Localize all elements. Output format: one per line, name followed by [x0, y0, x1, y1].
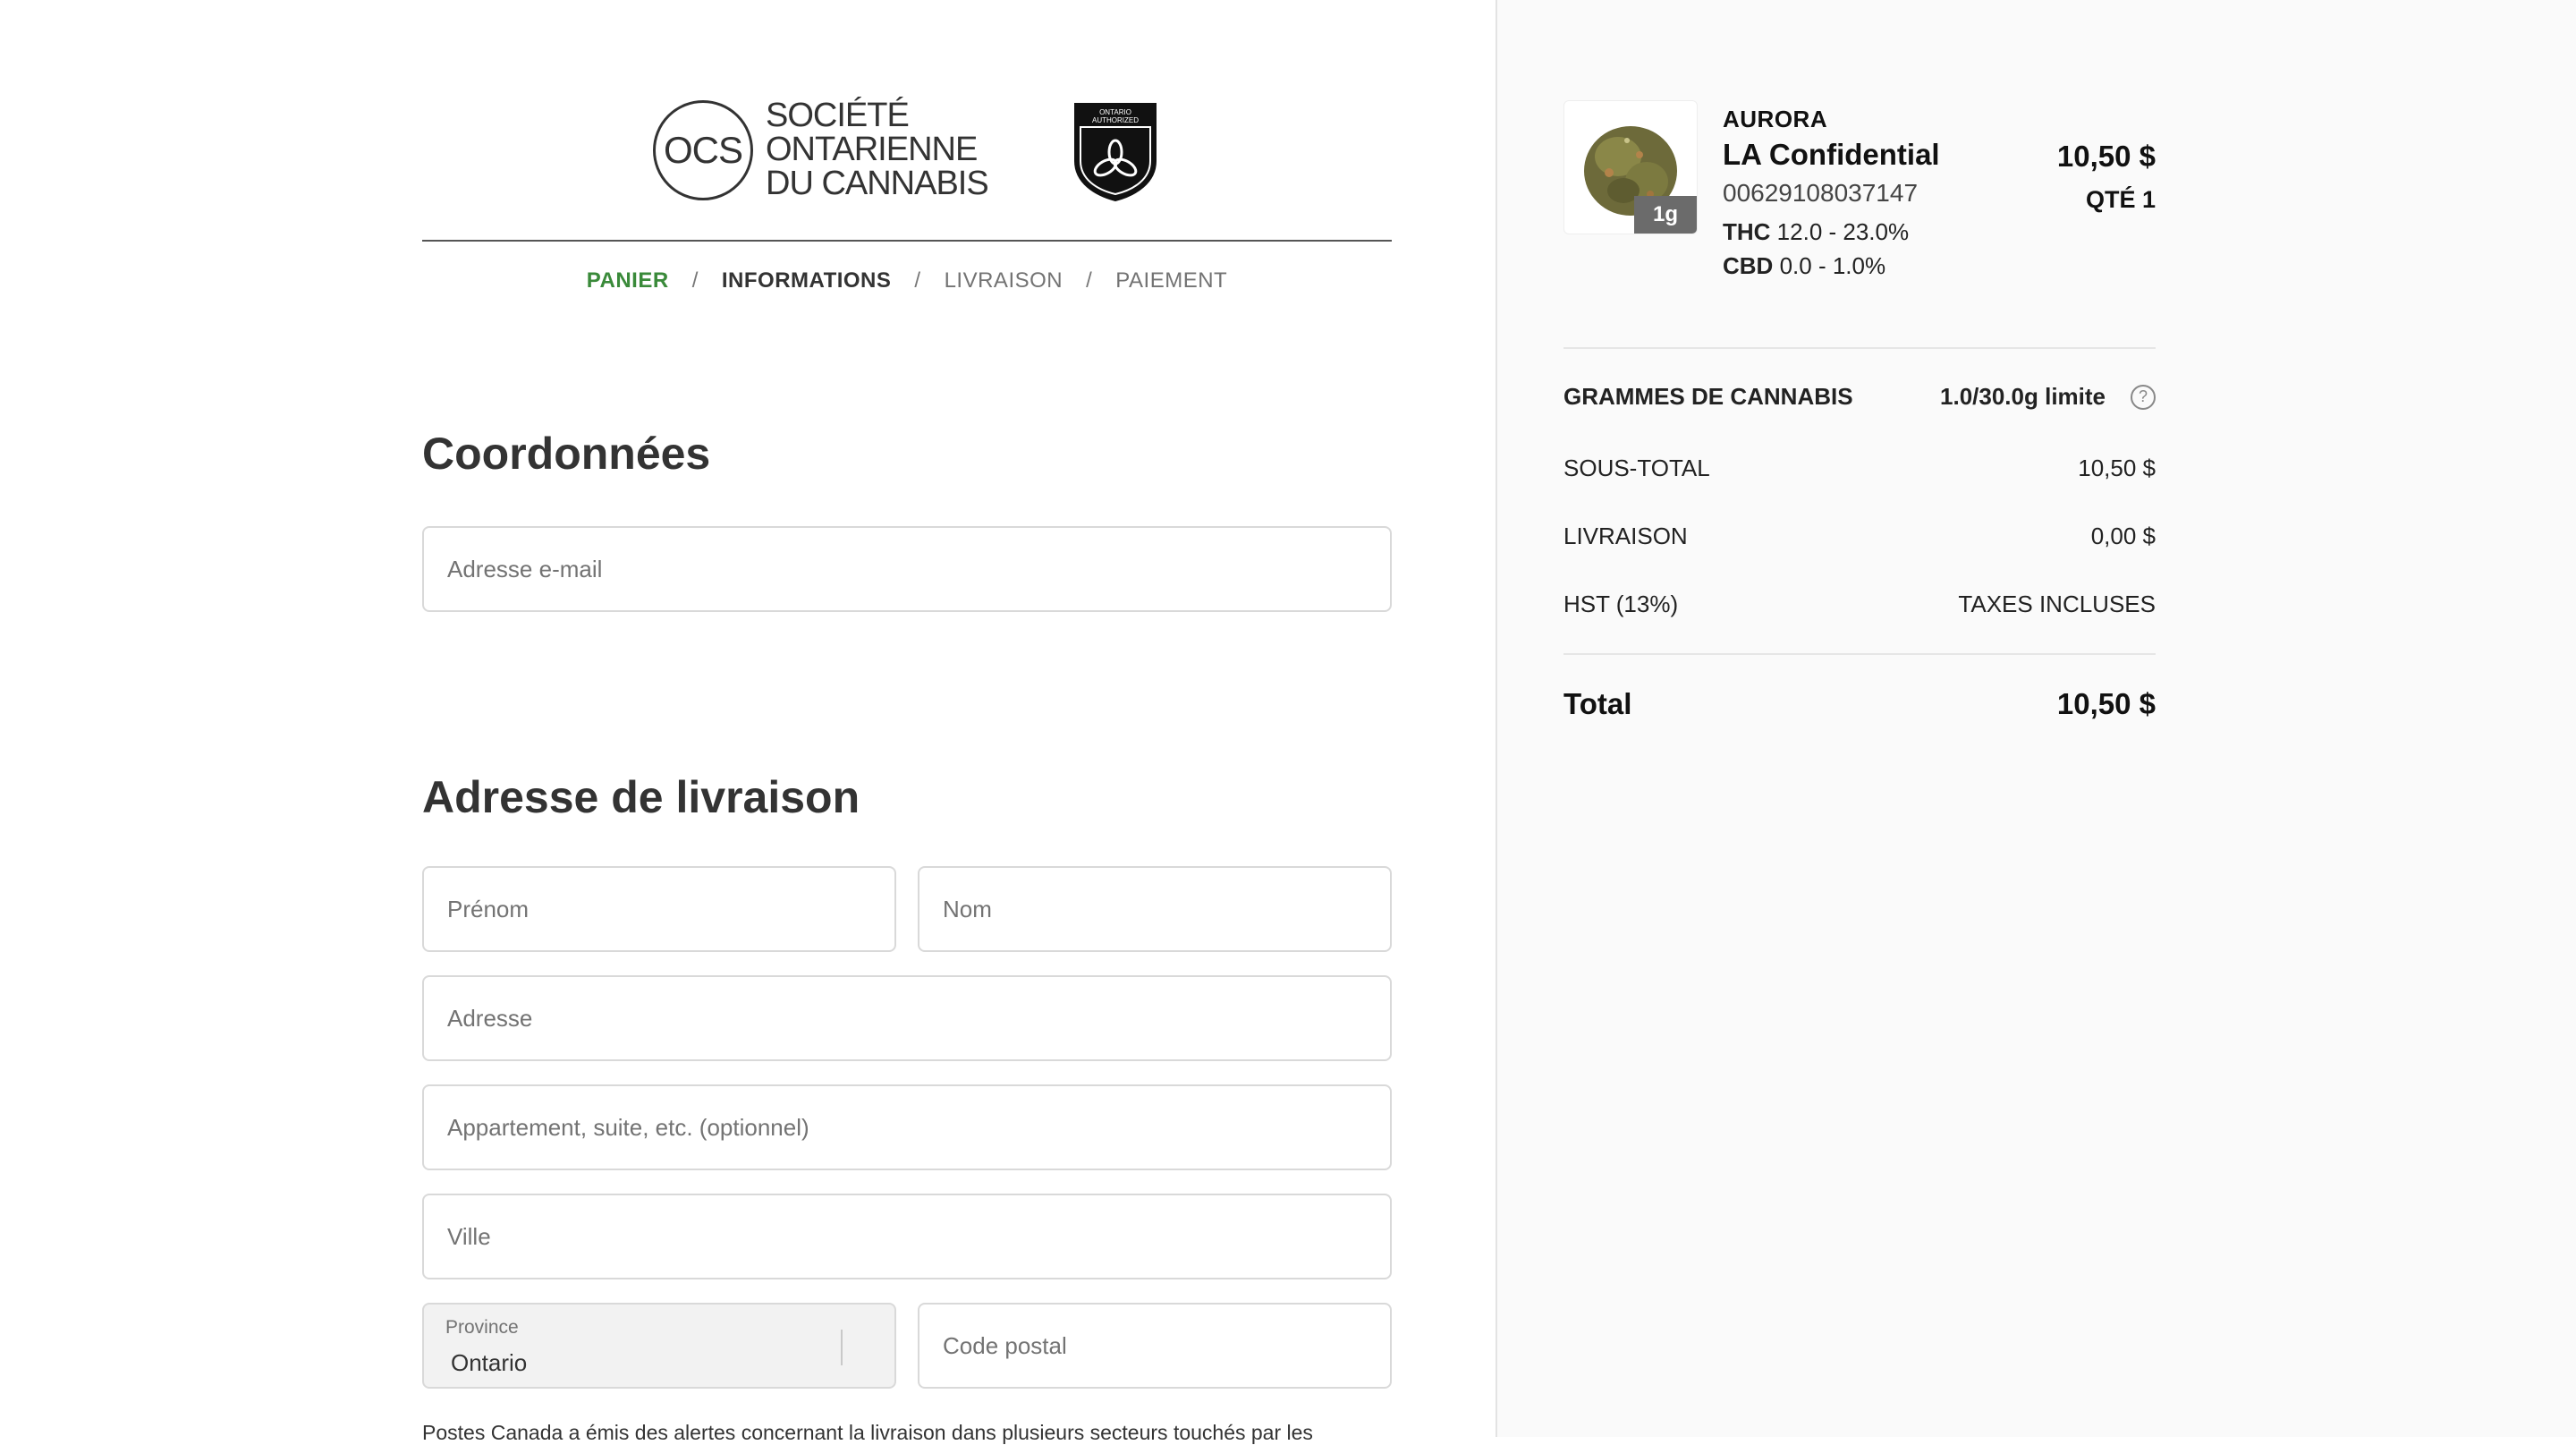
last-name-field[interactable]: Nom: [918, 866, 1392, 952]
grams-value: 1.0/30.0g limite: [1940, 383, 2106, 410]
svg-text:AUTHORIZED: AUTHORIZED: [1092, 116, 1139, 124]
province-select[interactable]: Province Ontario: [422, 1303, 896, 1389]
total-row: Total 10,50 $: [1563, 687, 2156, 721]
breadcrumb-cart[interactable]: PANIER: [587, 268, 669, 293]
ocs-logo-wordmark: SOCIÉTÉ ONTARIENNE DU CANNABIS: [766, 97, 989, 202]
summary-divider: [1563, 347, 2156, 349]
ontario-authorized-badge-icon: ONTARIO AUTHORIZED: [1072, 102, 1159, 202]
breadcrumb-payment: PAIEMENT: [1115, 268, 1228, 293]
breadcrumb-separator: /: [914, 268, 921, 293]
product-cbd: CBD 0.0 - 1.0%: [1723, 252, 1885, 280]
canada-post-notice: Postes Canada a émis des alertes concern…: [422, 1421, 1313, 1444]
ocs-logo-line2: ONTARIENNE: [766, 131, 978, 168]
product-name: LA Confidential: [1723, 138, 1940, 171]
cbd-value: 0.0 - 1.0%: [1779, 252, 1886, 279]
ocs-logo-mark: OCS: [653, 100, 753, 200]
apartment-field[interactable]: Appartement, suite, etc. (optionnel): [422, 1084, 1392, 1170]
contact-heading: Coordonnées: [422, 429, 711, 479]
grams-label: GRAMMES DE CANNABIS: [1563, 383, 1853, 410]
total-label: Total: [1563, 687, 1632, 720]
breadcrumb-information: INFORMATIONS: [721, 268, 892, 293]
shipping-address-heading: Adresse de livraison: [422, 772, 860, 822]
ocs-logo-line1: SOCIÉTÉ: [766, 97, 910, 134]
city-field[interactable]: Ville: [422, 1194, 1392, 1279]
header-divider: [422, 240, 1392, 242]
thc-label: THC: [1723, 218, 1771, 245]
subtotal-value: 10,50 $: [2078, 455, 2156, 481]
product-sku: 00629108037147: [1723, 179, 1919, 207]
ocs-logo-line3: DU CANNABIS: [766, 165, 989, 202]
cannabis-grams-row: GRAMMES DE CANNABIS 1.0/30.0g limite ?: [1563, 383, 2156, 411]
breadcrumb-separator: /: [691, 268, 699, 293]
email-field[interactable]: Adresse e-mail: [422, 526, 1392, 612]
hst-value: TAXES INCLUSES: [1958, 591, 2156, 617]
province-value: Ontario: [451, 1349, 528, 1376]
product-price: 10,50 $: [2056, 140, 2156, 173]
shipping-label: LIVRAISON: [1563, 523, 1688, 549]
subtotal-row: SOUS-TOTAL 10,50 $: [1563, 455, 2156, 482]
total-value: 10,50 $: [2056, 687, 2156, 720]
svg-text:ONTARIO: ONTARIO: [1099, 108, 1131, 116]
cbd-label: CBD: [1723, 252, 1774, 279]
thc-value: 12.0 - 23.0%: [1776, 218, 1910, 245]
breadcrumb-shipping: LIVRAISON: [944, 268, 1063, 293]
product-thumbnail: 1g: [1563, 100, 1698, 234]
postal-code-field[interactable]: Code postal: [918, 1303, 1392, 1389]
address-field[interactable]: Adresse: [422, 975, 1392, 1061]
size-badge: 1g: [1634, 196, 1697, 234]
product-quantity: QTÉ 1: [2085, 186, 2156, 213]
checkout-main: OCS SOCIÉTÉ ONTARIENNE DU CANNABIS ONTAR…: [0, 0, 1496, 1444]
ocs-logo[interactable]: OCS SOCIÉTÉ ONTARIENNE DU CANNABIS: [653, 98, 989, 208]
first-name-field[interactable]: Prénom: [422, 866, 896, 952]
product-brand: AURORA: [1723, 106, 1828, 132]
total-divider: [1563, 653, 2156, 655]
checkout-breadcrumb: PANIER / INFORMATIONS / LIVRAISON / PAIE…: [422, 268, 1392, 293]
hst-row: HST (13%) TAXES INCLUSES: [1563, 591, 2156, 618]
select-divider: [841, 1330, 843, 1365]
subtotal-label: SOUS-TOTAL: [1563, 455, 1710, 481]
product-thc: THC 12.0 - 23.0%: [1723, 218, 1909, 246]
shipping-row: LIVRAISON 0,00 $: [1563, 523, 2156, 550]
hst-label: HST (13%): [1563, 591, 1679, 617]
breadcrumb-separator: /: [1086, 268, 1093, 293]
province-label: Province: [445, 1317, 519, 1338]
shipping-value: 0,00 $: [2090, 523, 2156, 549]
help-icon[interactable]: ?: [2131, 384, 2156, 410]
